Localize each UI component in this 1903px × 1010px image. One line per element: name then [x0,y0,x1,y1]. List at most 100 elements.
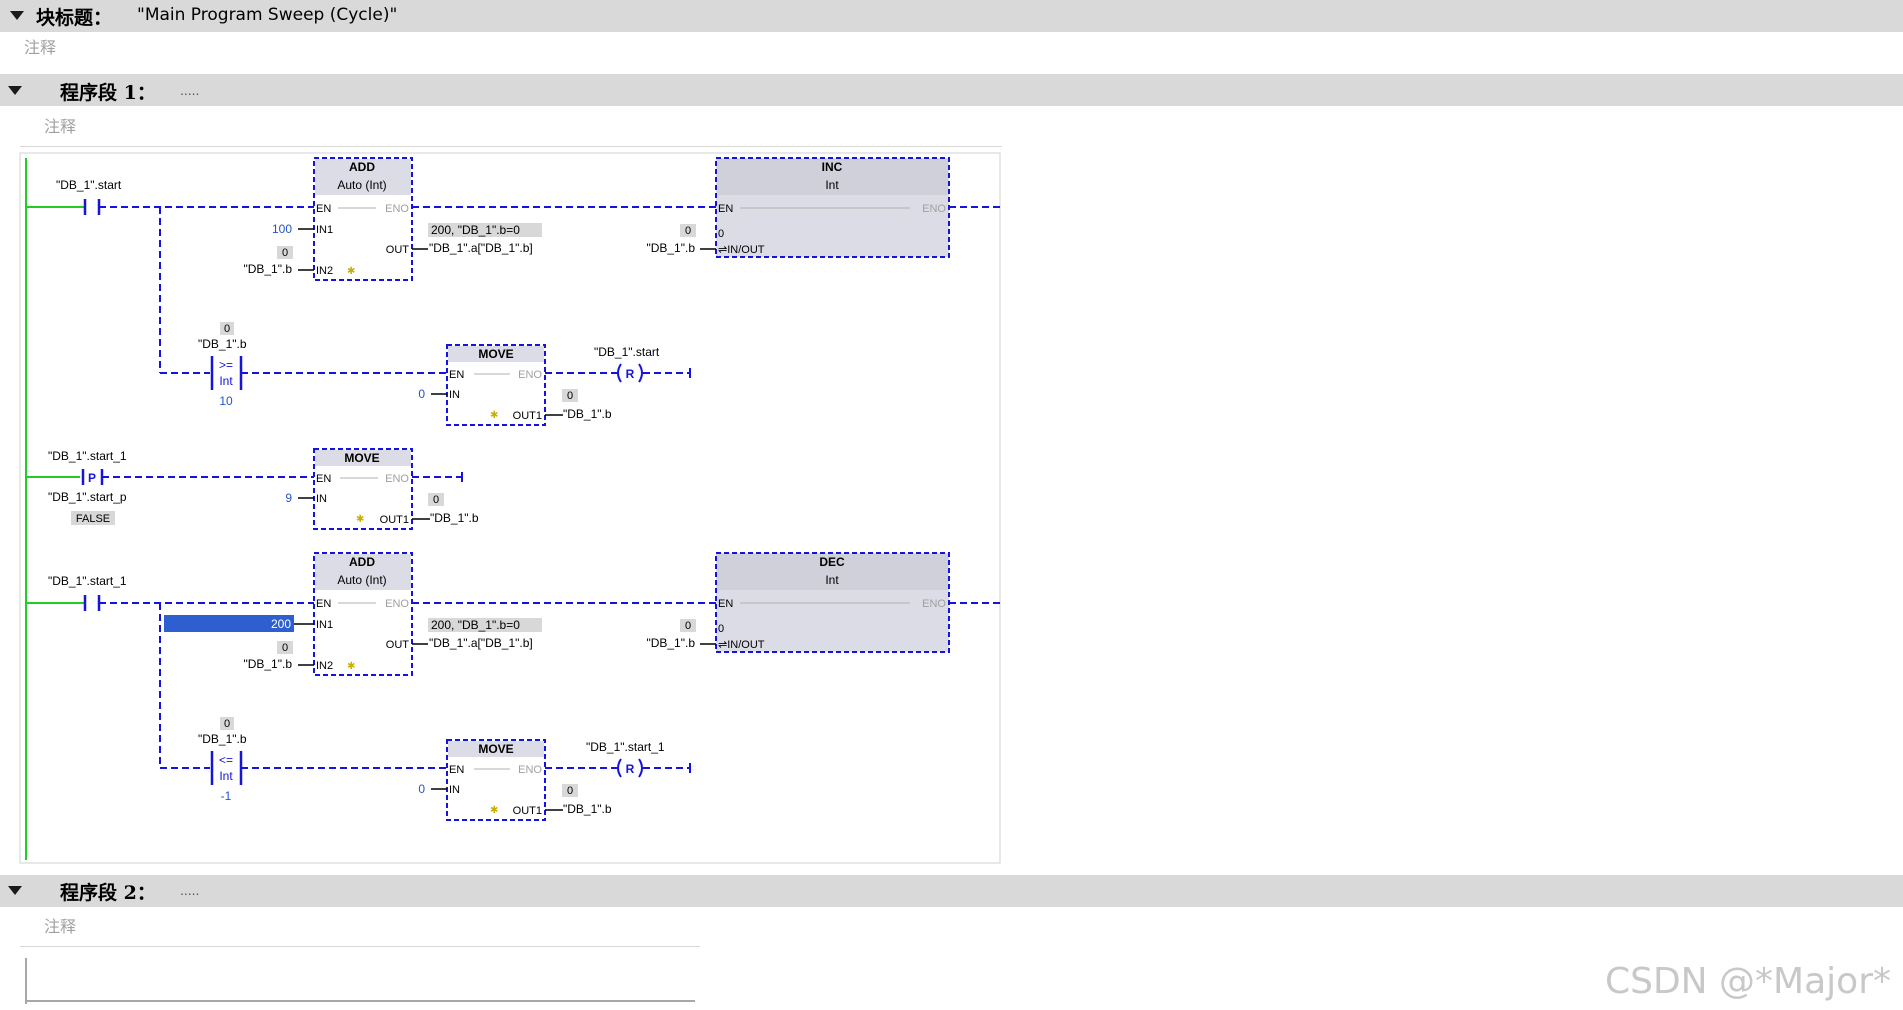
move-3-out-value: 0 [567,785,573,797]
add-1-en: EN [316,203,331,215]
segment-2-title[interactable]: 程序段 2： [60,878,156,905]
move-1-in-value[interactable]: 0 [418,387,425,401]
add-2-type: Auto (Int) [337,573,386,587]
no-contact-3[interactable] [83,595,101,611]
add-1-out-tag[interactable]: "DB_1".a["DB_1".b] [429,241,533,255]
move-3-en: EN [449,764,464,776]
move-2-in: IN [316,493,327,505]
inc-tag[interactable]: "DB_1".b [646,241,695,255]
dec-tag[interactable]: "DB_1".b [646,636,695,650]
add-2-in2-tag[interactable]: "DB_1".b [243,657,292,671]
divider [20,946,700,947]
move-1-out-tag[interactable]: "DB_1".b [563,407,612,421]
p-contact-tag[interactable]: "DB_1".start_p [48,490,127,504]
add-more-icon[interactable]: ✱ [347,266,355,277]
cmp-2-ref[interactable]: -1 [221,789,232,803]
add-1-in1: IN1 [316,224,333,236]
segment-2-comment[interactable]: 注释 [44,913,76,937]
add-1-out-value: 200, "DB_1".b=0 [431,223,520,237]
move-2-name: MOVE [344,451,379,465]
add-2-in2: IN2 [316,660,333,672]
move-2-in-value[interactable]: 9 [285,491,292,505]
move-3-name: MOVE [478,742,513,756]
dec-en: EN [718,598,733,610]
cmp-1-op: >= [219,358,233,372]
move-1-name: MOVE [478,347,513,361]
inc-inner-value: 0 [718,228,724,240]
add-more-icon[interactable]: ✱ [490,410,498,421]
contact-2-tag[interactable]: "DB_1".start_1 [48,449,127,463]
cmp-1-ref[interactable]: 10 [219,394,233,408]
dec-inout: ⇌IN/OUT [718,639,765,651]
move-1-out: OUT1 [513,410,542,422]
add-2-in2-value: 0 [282,642,288,654]
cmp-2-value: 0 [224,718,230,730]
add-2-out: OUT [386,639,410,651]
no-contact-1[interactable] [83,199,101,215]
add-2-in1: IN1 [316,619,333,631]
dec-type: Int [825,573,839,587]
segment-2-dots: ..... [180,882,200,898]
move-2-eno: ENO [385,473,409,485]
segment-2-frame [25,1000,695,1002]
contact-3-tag[interactable]: "DB_1".start_1 [48,574,127,588]
add-more-icon[interactable]: ✱ [356,514,364,525]
inc-inout: ⇌IN/OUT [718,244,765,256]
move-1-eno: ENO [518,369,542,381]
cmp-1-tag[interactable]: "DB_1".b [198,337,247,351]
add-2-en: EN [316,598,331,610]
add-1-in1-value[interactable]: 100 [272,222,292,236]
move-3-out-tag[interactable]: "DB_1".b [563,802,612,816]
add-2-name: ADD [349,555,375,569]
add-block-1[interactable] [313,157,413,281]
add-2-out-tag[interactable]: "DB_1".a["DB_1".b] [429,636,533,650]
reset-1-tag[interactable]: "DB_1".start [594,345,660,359]
inc-eno: ENO [922,203,946,215]
cmp-2-type: Int [219,769,233,783]
add-2-out-value: 200, "DB_1".b=0 [431,618,520,632]
move-1-in: IN [449,389,460,401]
cmp-2-op: <= [219,753,233,767]
p-contact-state: FALSE [76,513,110,525]
dec-value: 0 [685,620,691,632]
add-1-name: ADD [349,160,375,174]
segment-2-header [0,875,1903,907]
add-1-in2-value: 0 [282,247,288,259]
move-1-out-value: 0 [567,390,573,402]
dec-inner-value: 0 [718,623,724,635]
add-more-icon[interactable]: ✱ [347,661,355,672]
add-1-type: Auto (Int) [337,178,386,192]
reset-1-letter: R [626,367,635,381]
move-1-en: EN [449,369,464,381]
add-more-icon[interactable]: ✱ [490,805,498,816]
reset-2-letter: R [626,762,635,776]
move-3-in-value[interactable]: 0 [418,782,425,796]
reset-2-tag[interactable]: "DB_1".start_1 [586,740,665,754]
add-2-in1-value[interactable]: 200 [271,617,291,631]
move-3-in: IN [449,784,460,796]
move-2-out: OUT1 [380,514,409,526]
inc-name: INC [822,160,843,174]
move-2-out-tag[interactable]: "DB_1".b [430,511,479,525]
inc-value: 0 [685,225,691,237]
contact-1-tag[interactable]: "DB_1".start [56,178,122,192]
move-3-out: OUT1 [513,805,542,817]
move-2-out-value: 0 [433,494,439,506]
ladder-network: "DB_1".start ADD Auto (Int) EN ENO IN1 I… [19,152,1001,864]
move-2-en: EN [316,473,331,485]
add-1-in2-tag[interactable]: "DB_1".b [243,262,292,276]
watermark: CSDN @*Major* [1604,961,1891,1002]
add-1-eno: ENO [385,203,409,215]
dec-eno: ENO [922,598,946,610]
add-2-eno: ENO [385,598,409,610]
move-3-eno: ENO [518,764,542,776]
add-block-2[interactable] [313,552,413,676]
dec-name: DEC [819,555,845,569]
collapse-triangle-icon[interactable] [8,886,22,895]
cmp-2-tag[interactable]: "DB_1".b [198,732,247,746]
add-1-in2: IN2 [316,265,333,277]
inc-type: Int [825,178,839,192]
cmp-1-value: 0 [224,323,230,335]
add-1-out: OUT [386,244,410,256]
segment-2-rail [25,958,27,1004]
